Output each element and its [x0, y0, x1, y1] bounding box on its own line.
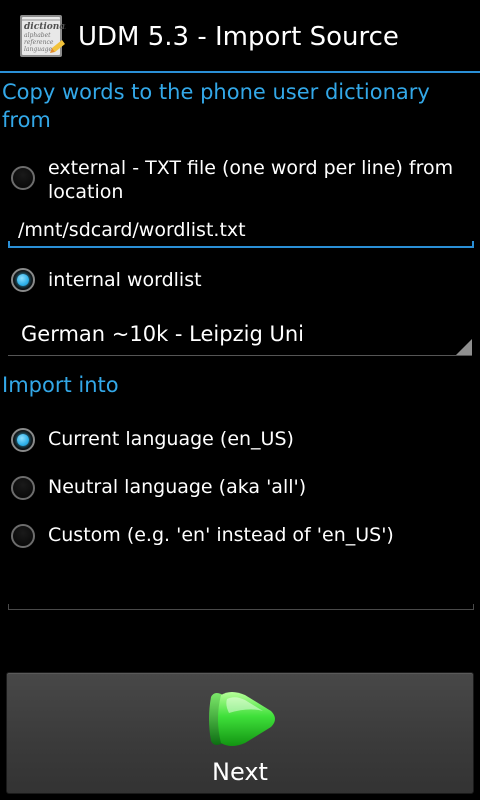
custom-language-input[interactable]: [8, 560, 474, 610]
external-source-option[interactable]: external - TXT file (one word per line) …: [0, 154, 480, 206]
next-button[interactable]: Next: [6, 672, 474, 794]
current-language-label: Current language (en_US): [48, 428, 294, 450]
internal-wordlist-option[interactable]: internal wordlist: [0, 262, 480, 298]
dictionary-book-icon: dictionary alphabet reference language: [20, 15, 66, 57]
wordlist-selector-underline: [8, 355, 472, 356]
green-play-arrow-icon: [209, 692, 275, 746]
internal-wordlist-radio[interactable]: [11, 268, 35, 292]
svg-text:language: language: [24, 46, 52, 53]
source-section-header: Copy words to the phone user dictionary …: [2, 80, 430, 132]
internal-wordlist-label: internal wordlist: [48, 269, 202, 291]
wordlist-selected-value: German ~10k - Leipzig Uni: [21, 322, 304, 346]
external-source-radio[interactable]: [11, 166, 35, 190]
title-bar: dictionary alphabet reference language U…: [0, 0, 480, 73]
svg-text:dictionary: dictionary: [24, 22, 66, 32]
current-language-radio[interactable]: [11, 428, 35, 452]
custom-language-option[interactable]: Custom (e.g. 'en' instead of 'en_US'): [0, 518, 480, 554]
custom-language-label: Custom (e.g. 'en' instead of 'en_US'): [48, 524, 394, 546]
title-divider: [0, 71, 480, 73]
custom-language-underline: [8, 604, 474, 610]
file-path-underline: [8, 241, 474, 248]
dropdown-corner-icon: [456, 339, 472, 355]
neutral-language-option[interactable]: Neutral language (aka 'all'): [0, 470, 480, 506]
neutral-language-label: Neutral language (aka 'all'): [48, 476, 307, 498]
current-language-option[interactable]: Current language (en_US): [0, 422, 480, 458]
wordlist-selector[interactable]: German ~10k - Leipzig Uni: [8, 312, 472, 356]
next-button-label: Next: [212, 758, 268, 786]
file-path-value: /mnt/sdcard/wordlist.txt: [18, 219, 246, 241]
file-path-input[interactable]: /mnt/sdcard/wordlist.txt: [8, 212, 474, 248]
target-section-header: Import into: [2, 373, 119, 397]
svg-text:reference: reference: [24, 39, 54, 46]
custom-language-radio[interactable]: [11, 524, 35, 548]
svg-text:alphabet: alphabet: [24, 32, 51, 39]
app-title: UDM 5.3 - Import Source: [78, 22, 399, 52]
external-source-label: external - TXT file (one word per line) …: [48, 157, 454, 203]
neutral-language-radio[interactable]: [11, 476, 35, 500]
